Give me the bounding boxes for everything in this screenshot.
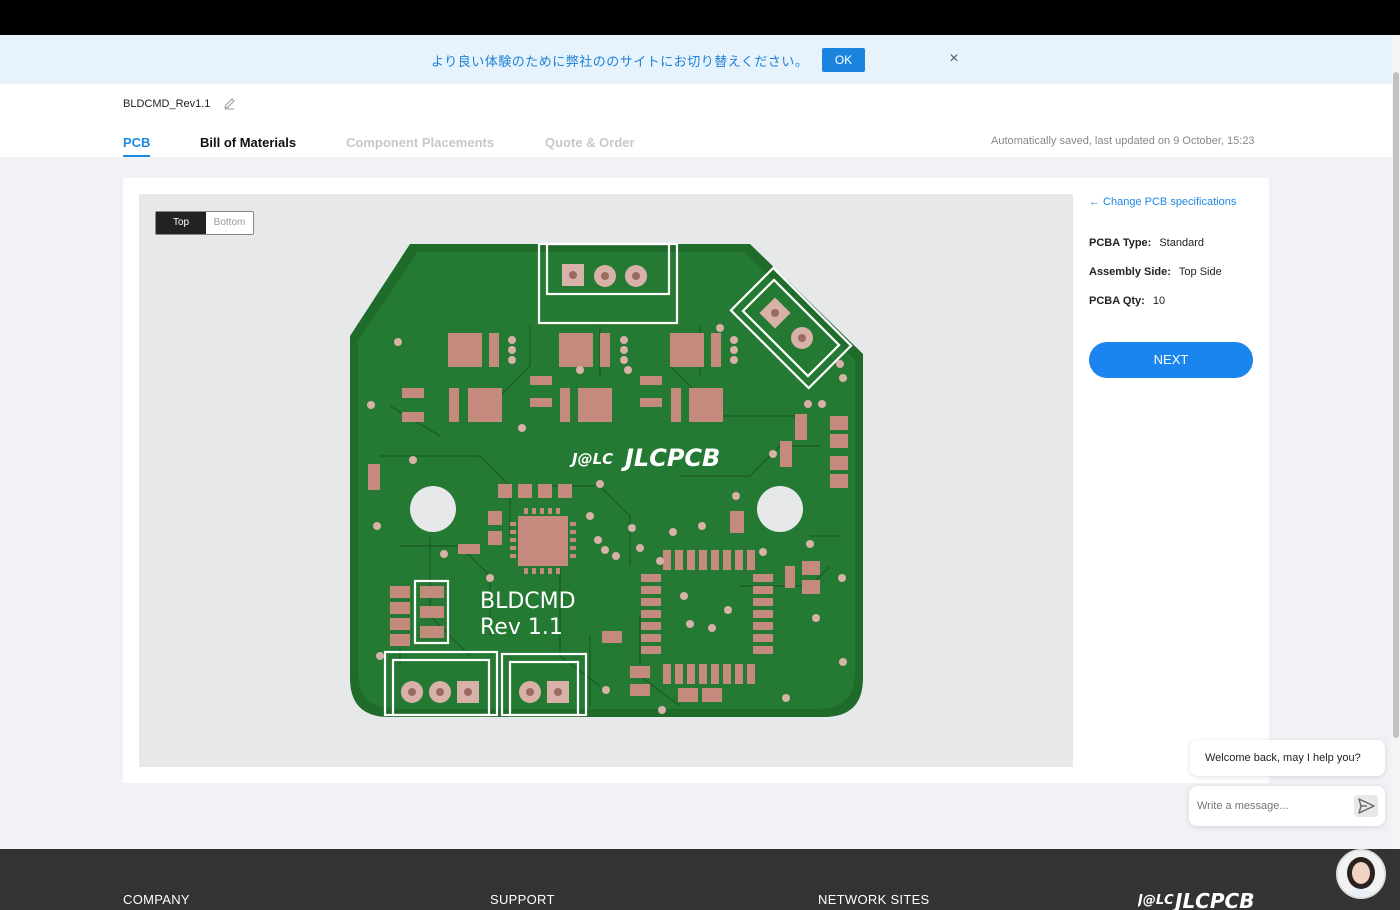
send-icon xyxy=(1358,798,1375,814)
tab-component-placements[interactable]: Component Placements xyxy=(346,135,494,150)
footer-company-heading: COMPANY xyxy=(123,892,190,907)
project-name: BLDCMD_Rev1.1 xyxy=(123,98,211,110)
spec-assembly-side: Assembly Side: Top Side xyxy=(1089,266,1222,278)
toggle-bottom-button[interactable]: Bottom xyxy=(206,212,253,234)
spec-value: Top Side xyxy=(1178,266,1222,278)
next-button[interactable]: NEXT xyxy=(1089,342,1253,378)
side-toggle: Top Bottom xyxy=(155,211,254,235)
tab-pcb[interactable]: PCB xyxy=(123,135,150,150)
tab-bill-of-materials[interactable]: Bill of Materials xyxy=(200,135,296,150)
chat-message-input[interactable] xyxy=(1197,796,1347,816)
chat-input-box xyxy=(1189,786,1385,826)
agent-avatar-icon xyxy=(1338,851,1384,897)
active-tab-indicator xyxy=(123,155,150,157)
board-silk-logo-text: JLCPCB xyxy=(621,444,720,472)
board-silk-logo-mark: J@LC xyxy=(569,450,613,468)
close-icon[interactable]: × xyxy=(946,51,962,67)
scrollbar-thumb[interactable] xyxy=(1393,72,1399,738)
pcb-board-render: J@LC JLCPCB BLDCMD Rev 1.1 xyxy=(350,242,863,717)
spec-pcba-type: PCBA Type: Standard xyxy=(1089,237,1204,249)
board-silk-title: BLDCMD xyxy=(480,589,576,614)
notice-ok-button[interactable]: OK xyxy=(822,48,865,72)
support-agent-avatar[interactable] xyxy=(1336,849,1386,899)
spec-label: PCBA Type: xyxy=(1089,237,1152,249)
footer-logo-text: JLCPCB xyxy=(1171,889,1254,910)
spec-value: 10 xyxy=(1152,295,1166,307)
edit-pencil-icon[interactable] xyxy=(223,97,236,110)
spec-value: Standard xyxy=(1159,237,1204,249)
spec-pcba-qty: PCBA Qty: 10 xyxy=(1089,295,1165,307)
tab-quote-order[interactable]: Quote & Order xyxy=(545,135,635,150)
jlcpcb-logo[interactable]: J@LC JLCPCB xyxy=(1138,888,1262,910)
change-pcb-specs-link[interactable]: ← Change PCB specifications xyxy=(1089,196,1236,208)
footer-logo-mark: J@LC xyxy=(1138,893,1174,908)
footer-network-heading: NETWORK SITES xyxy=(818,892,930,907)
notice-text: より良い体験のために弊社ののサイトにお切り替えください。 xyxy=(431,54,809,69)
language-notice-bar: より良い体験のために弊社ののサイトにお切り替えください。 xyxy=(0,35,1400,84)
chat-welcome-message: Welcome back, may I help you? xyxy=(1190,740,1385,776)
toggle-top-button[interactable]: Top xyxy=(156,212,206,234)
footer-support-heading: SUPPORT xyxy=(490,892,555,907)
spec-label: Assembly Side: xyxy=(1089,266,1171,278)
board-silk-revision: Rev 1.1 xyxy=(480,615,563,640)
send-button[interactable] xyxy=(1354,795,1378,817)
spec-label: PCBA Qty: xyxy=(1089,295,1145,307)
browser-top-bar xyxy=(0,0,1400,35)
autosave-status: Automatically saved, last updated on 9 O… xyxy=(991,135,1255,147)
